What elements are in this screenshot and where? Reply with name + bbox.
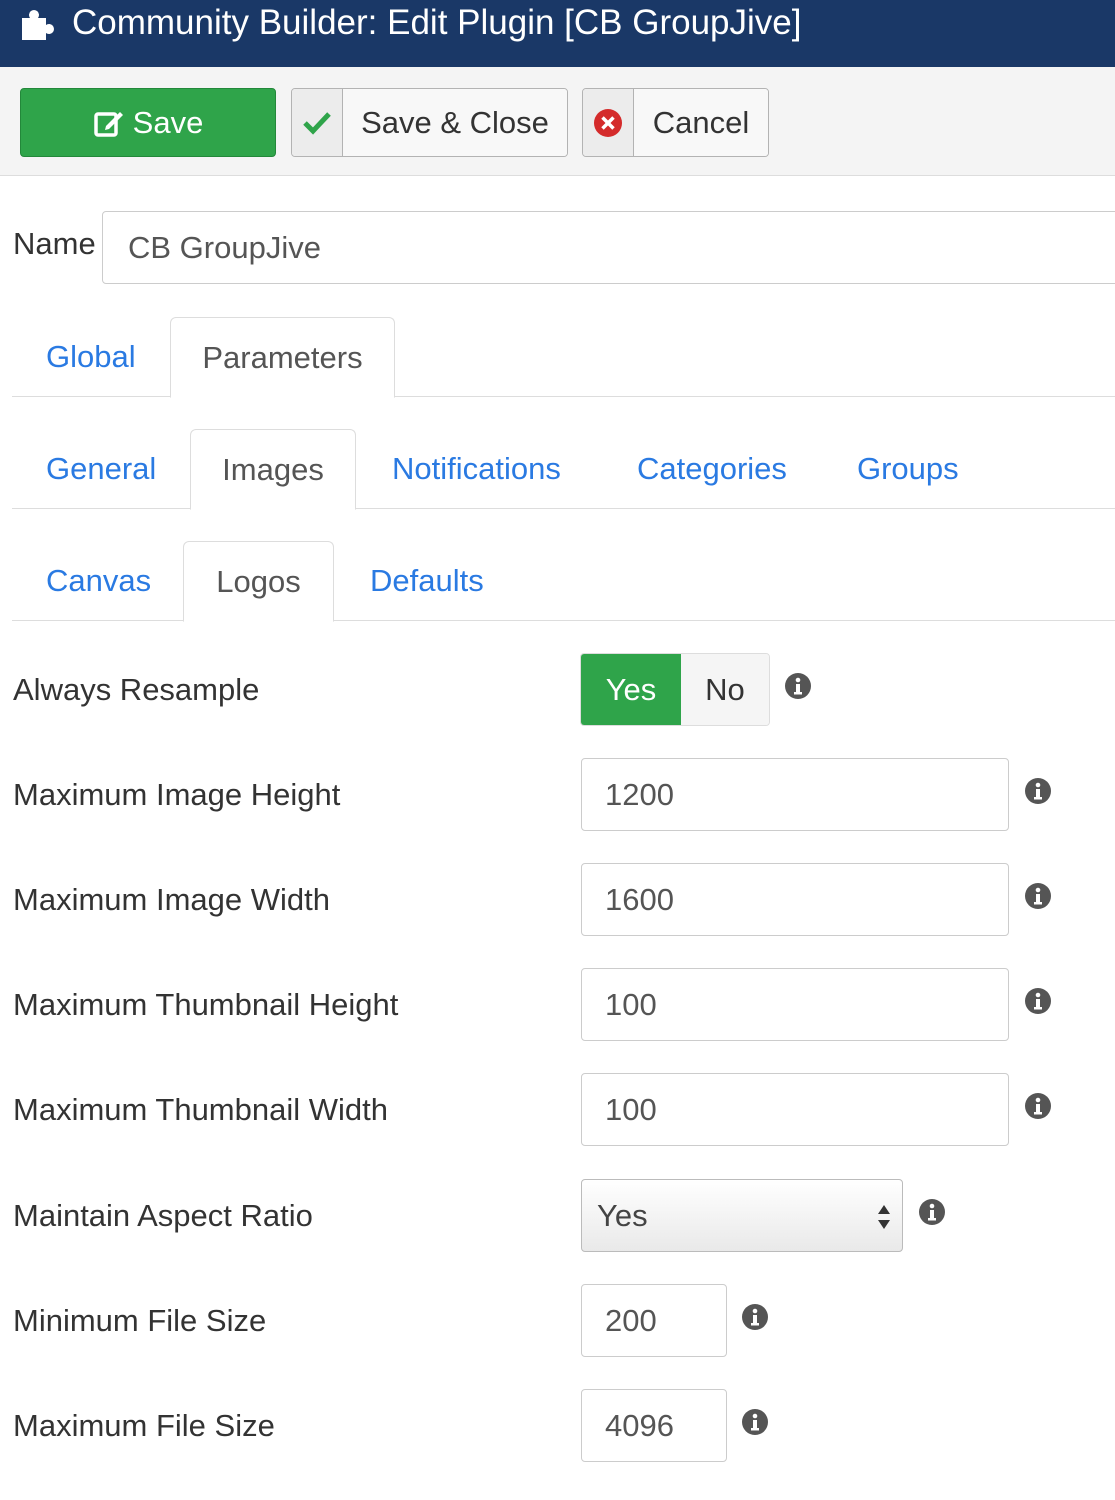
info-icon[interactable] bbox=[918, 1198, 946, 1226]
always-resample-no[interactable]: No bbox=[681, 654, 769, 725]
title-bar: Community Builder: Edit Plugin [CB Group… bbox=[0, 0, 1115, 67]
maintain-aspect-select[interactable]: Yes bbox=[581, 1179, 903, 1252]
check-icon bbox=[292, 89, 343, 156]
maintain-aspect-label: Maintain Aspect Ratio bbox=[13, 1198, 313, 1233]
max-file-size-input[interactable]: 4096 bbox=[581, 1389, 727, 1462]
edit-icon bbox=[93, 111, 123, 137]
puzzle-icon bbox=[22, 10, 54, 40]
maintain-aspect-row: Maintain Aspect Ratio Yes bbox=[0, 1179, 1115, 1252]
max-image-height-label: Maximum Image Height bbox=[13, 777, 341, 812]
max-thumb-height-label: Maximum Thumbnail Height bbox=[13, 987, 399, 1022]
max-file-size-row: Maximum File Size 4096 bbox=[0, 1389, 1115, 1462]
max-thumb-width-label: Maximum Thumbnail Width bbox=[13, 1092, 388, 1127]
info-icon[interactable] bbox=[1024, 882, 1052, 910]
tertiary-tabs: Canvas Logos Defaults bbox=[12, 541, 1115, 622]
cancel-button[interactable]: Cancel bbox=[582, 88, 769, 157]
tab-canvas[interactable]: Canvas bbox=[46, 541, 151, 621]
tab-global[interactable]: Global bbox=[46, 317, 136, 397]
max-file-size-label: Maximum File Size bbox=[13, 1408, 275, 1443]
max-image-width-input[interactable]: 1600 bbox=[581, 863, 1009, 936]
save-close-label: Save & Close bbox=[343, 89, 567, 156]
always-resample-label: Always Resample bbox=[13, 672, 260, 707]
max-image-height-row: Maximum Image Height 1200 bbox=[0, 758, 1115, 831]
name-input[interactable]: CB GroupJive bbox=[102, 211, 1115, 284]
tab-groups[interactable]: Groups bbox=[857, 429, 959, 509]
max-image-height-input[interactable]: 1200 bbox=[581, 758, 1009, 831]
tab-images[interactable]: Images bbox=[190, 429, 356, 510]
maintain-aspect-value: Yes bbox=[597, 1198, 648, 1233]
toolbar: Save Save & Close Cancel bbox=[0, 67, 1115, 176]
tab-defaults[interactable]: Defaults bbox=[370, 541, 484, 621]
save-close-button[interactable]: Save & Close bbox=[291, 88, 568, 157]
info-icon[interactable] bbox=[741, 1303, 769, 1331]
close-circle-icon bbox=[583, 89, 634, 156]
always-resample-yes[interactable]: Yes bbox=[581, 654, 681, 725]
tab-logos[interactable]: Logos bbox=[183, 541, 334, 622]
max-image-width-row: Maximum Image Width 1600 bbox=[0, 863, 1115, 936]
info-icon[interactable] bbox=[1024, 777, 1052, 805]
info-icon[interactable] bbox=[784, 672, 812, 700]
info-icon[interactable] bbox=[1024, 1092, 1052, 1120]
tab-notifications[interactable]: Notifications bbox=[392, 429, 561, 509]
cancel-label: Cancel bbox=[634, 89, 768, 156]
min-file-size-label: Minimum File Size bbox=[13, 1303, 267, 1338]
secondary-tabs: General Images Notifications Categories … bbox=[12, 429, 1115, 510]
primary-tabs: Global Parameters bbox=[12, 317, 1115, 398]
max-thumb-width-row: Maximum Thumbnail Width 100 bbox=[0, 1073, 1115, 1146]
max-thumb-height-input[interactable]: 100 bbox=[581, 968, 1009, 1041]
always-resample-row: Always Resample Yes No bbox=[0, 653, 1115, 726]
name-label: Name bbox=[13, 226, 96, 261]
tab-parameters[interactable]: Parameters bbox=[170, 317, 395, 398]
max-thumb-width-input[interactable]: 100 bbox=[581, 1073, 1009, 1146]
select-arrows-icon bbox=[878, 1205, 890, 1229]
page-title: Community Builder: Edit Plugin [CB Group… bbox=[72, 3, 802, 42]
tab-categories[interactable]: Categories bbox=[637, 429, 787, 509]
info-icon[interactable] bbox=[741, 1408, 769, 1436]
save-button-label: Save bbox=[132, 104, 204, 140]
save-button[interactable]: Save bbox=[20, 88, 276, 157]
info-icon[interactable] bbox=[1024, 987, 1052, 1015]
min-file-size-input[interactable]: 200 bbox=[581, 1284, 727, 1357]
always-resample-toggle: Yes No bbox=[580, 653, 770, 726]
max-thumb-height-row: Maximum Thumbnail Height 100 bbox=[0, 968, 1115, 1041]
tab-general[interactable]: General bbox=[46, 429, 156, 509]
min-file-size-row: Minimum File Size 200 bbox=[0, 1284, 1115, 1357]
max-image-width-label: Maximum Image Width bbox=[13, 882, 330, 917]
